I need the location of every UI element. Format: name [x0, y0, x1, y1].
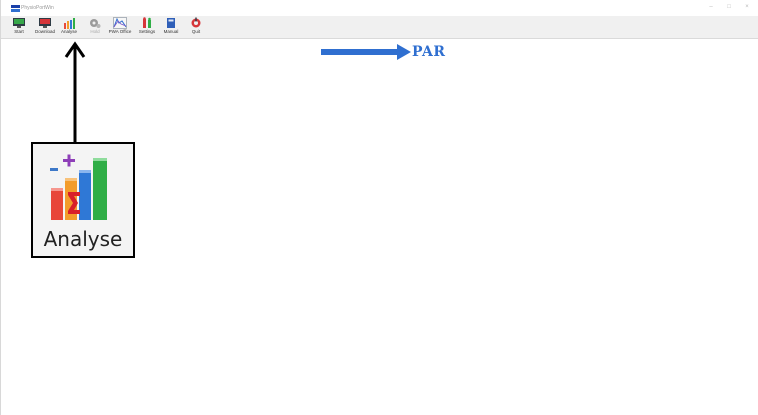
monitor-start-icon	[13, 18, 25, 28]
title-bar: PhysioPortWin – □ ×	[1, 0, 758, 16]
gears-icon	[90, 19, 101, 28]
quit-label: Quit	[191, 29, 201, 34]
logo-arrow-icon	[321, 44, 411, 60]
quit-button[interactable]: Quit	[181, 17, 211, 38]
arrow-up-icon	[64, 41, 86, 144]
quit-icon	[191, 17, 201, 28]
app-icon	[11, 5, 20, 12]
minimize-icon[interactable]: –	[705, 3, 717, 12]
callout-label: Analyse	[43, 227, 123, 251]
manual-book-icon	[167, 18, 175, 28]
bar-chart-sigma-icon	[50, 154, 107, 220]
settings-figures-icon	[143, 17, 151, 28]
analyse-callout: Analyse	[31, 142, 135, 258]
par-logo: PAR	[321, 42, 453, 62]
pulse-wave-icon	[113, 17, 127, 29]
maximize-icon[interactable]: □	[723, 3, 735, 12]
window-title: PhysioPortWin	[21, 5, 54, 11]
logo-text: PAR	[412, 44, 446, 60]
bar-chart-sigma-icon	[64, 18, 75, 29]
monitor-download-icon	[39, 18, 51, 28]
close-icon[interactable]: ×	[741, 3, 753, 12]
pwa-office-label: PWA Office	[108, 29, 132, 34]
toolbar: Start Download Analyse Hold PWA Office S…	[1, 16, 758, 39]
app-window: PhysioPortWin – □ × Start Download Analy…	[0, 0, 758, 415]
pwa-office-button[interactable]: PWA Office	[105, 17, 135, 38]
